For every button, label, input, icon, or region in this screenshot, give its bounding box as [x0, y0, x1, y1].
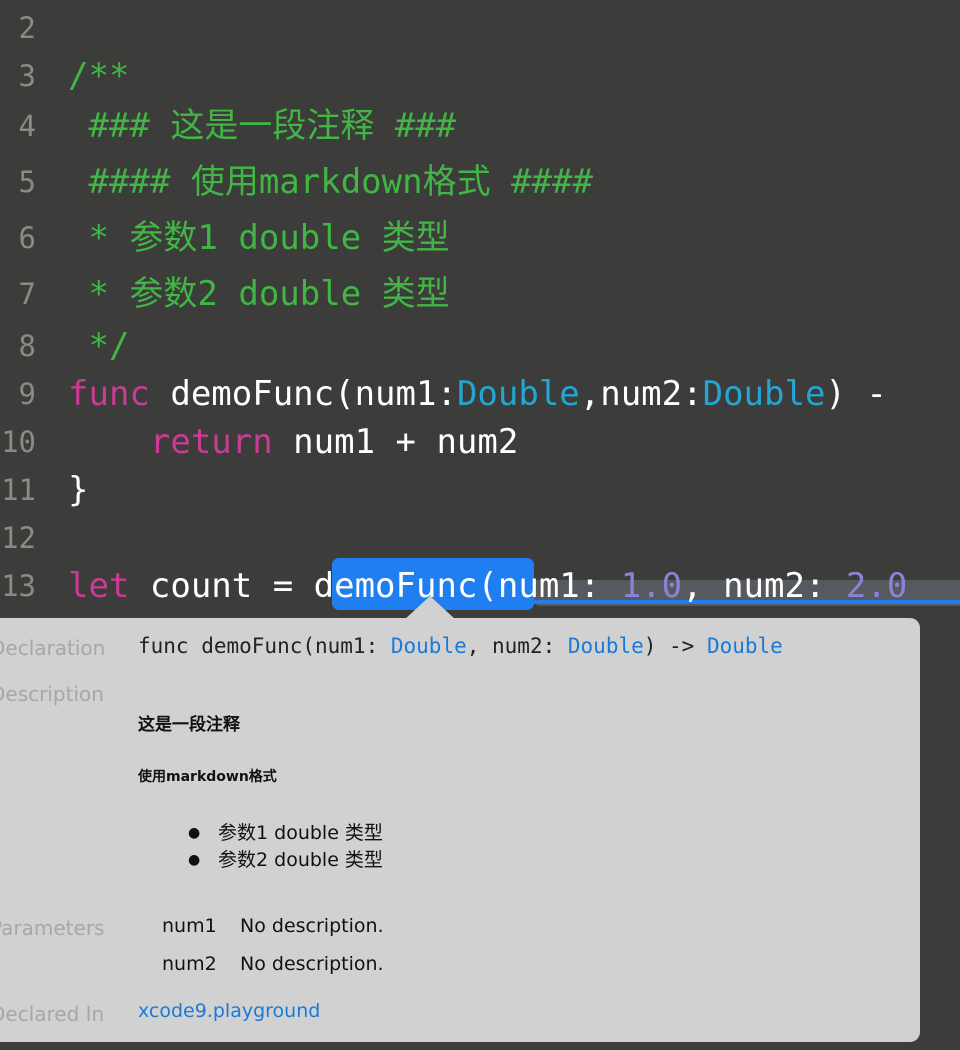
code-line[interactable]: 7 * 参数2 double 类型: [0, 268, 960, 320]
declaration-token: , num2:: [466, 634, 568, 658]
line-number: 8: [18, 329, 36, 363]
code-text: /**: [68, 50, 129, 102]
line-number: 5: [18, 165, 36, 199]
code-token: * 参数2 double 类型: [68, 274, 450, 314]
code-text: */: [68, 320, 129, 372]
popup-pointer: [404, 596, 456, 620]
line-number: 9: [18, 377, 36, 411]
list-item: 参数2 double 类型: [188, 847, 383, 874]
code-text: ### 这是一段注释 ###: [68, 100, 456, 152]
line-number: 3: [18, 59, 36, 93]
declaration-signature: func demoFunc(num1: Double, num2: Double…: [138, 634, 783, 658]
line-number: 4: [18, 109, 36, 143]
code-line[interactable]: 4 ### 这是一段注释 ###: [0, 100, 960, 152]
parameters-label: Parameters: [0, 916, 105, 940]
code-text: }: [68, 464, 88, 516]
code-line[interactable]: 11}: [0, 464, 960, 516]
param-description: No description.: [240, 953, 384, 975]
code-token: #### 使用markdown格式 ####: [68, 162, 593, 202]
description-subheading: 使用markdown格式: [138, 769, 277, 785]
line-number: 13: [1, 569, 36, 603]
code-token: let: [68, 566, 130, 606]
line-number: 11: [1, 473, 36, 507]
code-token: ### 这是一段注释 ###: [68, 106, 457, 146]
code-line[interactable]: 12: [0, 512, 960, 564]
code-line[interactable]: 6 * 参数1 double 类型: [0, 212, 960, 264]
code-line[interactable]: 5 #### 使用markdown格式 ####: [0, 156, 960, 208]
code-line[interactable]: 10 return num1 + num2: [0, 416, 960, 468]
code-line[interactable]: 9 func demoFunc(num1:Double,num2:Double) …: [0, 368, 960, 420]
declaration-token[interactable]: Double: [707, 634, 783, 658]
code-text: let count = demoFunc(num1: 1.0, num2: 2.…: [68, 560, 907, 612]
code-token: */: [68, 326, 130, 366]
code-token: * 参数1 double 类型: [68, 218, 450, 258]
code-text: * 参数1 double 类型: [68, 212, 450, 264]
declaration-token[interactable]: Double: [391, 634, 467, 658]
line-number: 2: [18, 11, 36, 45]
code-token: , num2:: [682, 566, 846, 606]
declaration-token[interactable]: Double: [568, 634, 644, 658]
line-number: 10: [1, 425, 36, 459]
code-text: func demoFunc(num1:Double,num2:Double) -: [68, 368, 887, 420]
description-heading: 这是一段注释: [138, 715, 240, 735]
code-text: * 参数2 double 类型: [68, 268, 450, 320]
line-number: 6: [18, 221, 36, 255]
code-line[interactable]: 8 */: [0, 320, 960, 372]
code-token: Double: [702, 374, 826, 414]
code-line[interactable]: 13 let count = demoFunc(num1: 1.0, num2: …: [0, 560, 960, 612]
code-token: 2.0: [845, 566, 908, 606]
param-name: num2: [162, 953, 217, 975]
description-label: Description: [0, 682, 104, 706]
declaration-token: func demoFunc(num1:: [138, 634, 391, 658]
line-number: 12: [1, 521, 36, 555]
param-description: No description.: [240, 915, 384, 937]
code-token: }: [68, 470, 89, 510]
code-token: Double: [456, 374, 580, 414]
line-number: 7: [18, 277, 36, 311]
list-item: 参数1 double 类型: [188, 820, 383, 847]
declared-in-link[interactable]: xcode9.playground: [138, 1000, 320, 1022]
code-token: ) -: [825, 374, 887, 414]
code-token: func: [68, 374, 150, 414]
code-token: ,num2:: [579, 374, 703, 414]
code-line[interactable]: 2: [0, 2, 960, 54]
quick-help-popover: Declaration func demoFunc(num1: Double, …: [0, 618, 920, 1042]
code-line[interactable]: 3 /**: [0, 50, 960, 102]
code-token: count = demoFunc(num1:: [129, 566, 621, 606]
declared-in-label: Declared In: [0, 1002, 105, 1026]
code-token: return: [68, 422, 273, 462]
code-token: 1.0: [620, 566, 683, 606]
description-bullets: 参数1 double 类型 参数2 double 类型: [188, 820, 383, 874]
code-token: /**: [68, 56, 130, 96]
code-text: return num1 + num2: [68, 416, 518, 468]
code-token: demoFunc(num1:: [149, 374, 457, 414]
code-text: #### 使用markdown格式 ####: [68, 156, 593, 208]
param-name: num1: [162, 915, 217, 937]
declaration-label: Declaration: [0, 636, 106, 660]
declaration-token: ) ->: [643, 634, 707, 658]
code-token: num1 + num2: [272, 422, 519, 462]
